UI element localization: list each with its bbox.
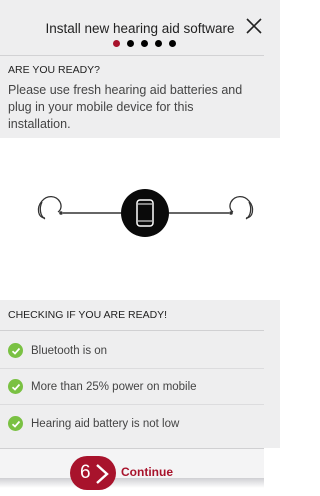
ready-instructions: Please use fresh hearing aid batteries a… — [8, 83, 243, 131]
divider — [0, 330, 264, 331]
step-dot-active — [113, 40, 120, 47]
check-circle-icon — [8, 416, 23, 431]
checks-heading: CHECKING IF YOU ARE READY! — [8, 309, 168, 321]
connection-diagram — [37, 189, 254, 237]
check-item: Bluetooth is on — [8, 343, 107, 358]
step-dot — [141, 40, 148, 47]
footer-shadow — [0, 478, 264, 488]
step-indicator — [113, 40, 176, 47]
divider — [0, 368, 264, 369]
divider — [0, 55, 264, 56]
header: Install new hearing aid software — [0, 0, 264, 52]
divider — [0, 404, 264, 405]
step-dot — [127, 40, 134, 47]
step-dot — [155, 40, 162, 47]
check-circle-icon — [8, 379, 23, 394]
smartphone-icon — [121, 189, 169, 237]
step-badge: 6 — [70, 456, 116, 490]
step-number: 6 — [80, 462, 91, 483]
check-item-label: More than 25% power on mobile — [31, 380, 197, 393]
continue-button[interactable]: Continue — [121, 465, 173, 479]
ready-heading: ARE YOU READY? — [8, 64, 101, 76]
close-icon[interactable] — [245, 17, 263, 35]
check-item-label: Hearing aid battery is not low — [31, 417, 180, 430]
check-circle-icon — [8, 343, 23, 358]
chevron-right-icon — [96, 464, 109, 484]
check-item-label: Bluetooth is on — [31, 344, 108, 357]
check-item: Hearing aid battery is not low — [8, 416, 179, 431]
page-title: Install new hearing aid software — [45, 21, 235, 36]
step-dot — [169, 40, 176, 47]
hearing-aid-left-icon — [37, 195, 62, 220]
hearing-aid-right-icon — [229, 195, 254, 220]
check-item: More than 25% power on mobile — [8, 379, 197, 394]
